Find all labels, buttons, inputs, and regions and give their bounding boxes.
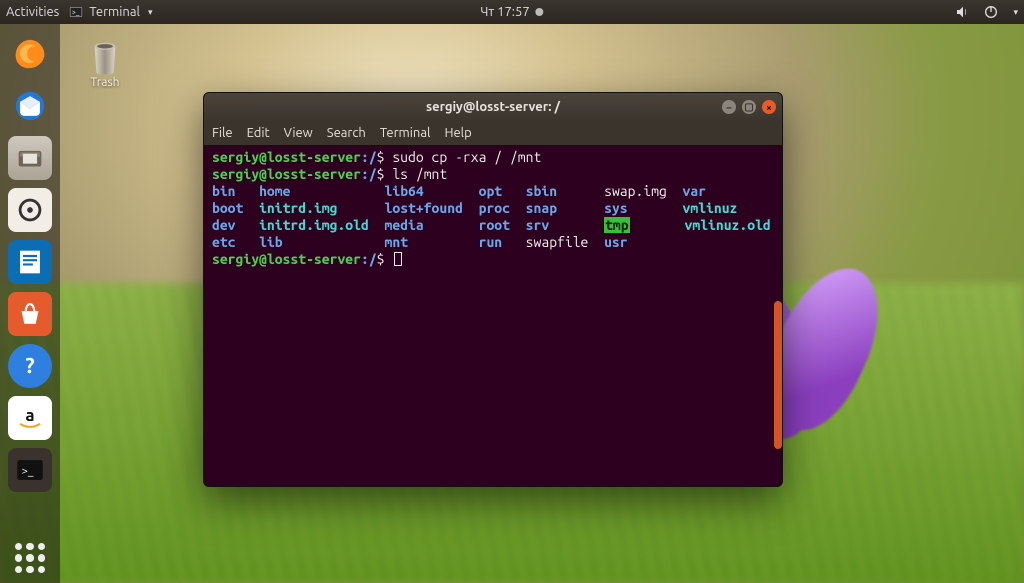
ls-entry: sbin (526, 183, 557, 199)
ls-entry: srv (526, 217, 550, 233)
ls-entry: dev (212, 217, 236, 233)
ls-entry: initrd.img (259, 200, 337, 216)
ls-entry: home (259, 183, 290, 199)
help-icon: ? (13, 349, 47, 383)
window-minimize-button[interactable]: – (722, 100, 736, 114)
terminal-icon: >_ (13, 453, 47, 487)
ls-entry: usr (604, 234, 628, 250)
cursor-icon (394, 252, 402, 266)
dock-amazon[interactable]: a (8, 396, 52, 440)
ls-entry: swapfile (526, 234, 589, 250)
firefox-icon (13, 37, 47, 71)
ls-entry: lib (259, 234, 283, 250)
ls-entry: bin (212, 183, 236, 199)
ls-entry: mnt (385, 234, 409, 250)
prompt-path: / (369, 166, 377, 182)
ls-entry: run (479, 234, 503, 250)
top-bar: Activities >_ Terminal ▾ Чт 17:57 ▾ (0, 0, 1024, 24)
prompt-user: sergiy@losst-server (212, 166, 361, 182)
svg-text:a: a (25, 406, 34, 425)
menu-file[interactable]: File (212, 126, 233, 140)
prompt-user: sergiy@losst-server (212, 251, 361, 267)
dock-rhythmbox[interactable] (8, 188, 52, 232)
ls-entry: root (479, 217, 510, 233)
svg-text:?: ? (25, 354, 34, 378)
prompt-path: / (369, 251, 377, 267)
ls-entry: var (683, 183, 707, 199)
ls-entry: proc (479, 200, 510, 216)
ls-entry: opt (479, 183, 503, 199)
rhythmbox-icon (13, 193, 47, 227)
ls-entry: snap (526, 200, 557, 216)
menu-search[interactable]: Search (327, 126, 366, 140)
window-titlebar[interactable]: sergiy@losst-server: / – ▢ × (204, 93, 782, 121)
prompt-user: sergiy@losst-server (212, 149, 361, 165)
svg-text:>_: >_ (22, 464, 34, 477)
ls-entry: lib64 (385, 183, 424, 199)
ls-entry: vmlinuz (683, 200, 738, 216)
terminal-menubar: File Edit View Search Terminal Help (204, 121, 782, 145)
svg-text:>_: >_ (72, 8, 80, 16)
activities-button[interactable]: Activities (6, 5, 59, 19)
active-app-label: Terminal (89, 5, 140, 19)
prompt-colon: : (361, 149, 369, 165)
notification-dot-icon (536, 8, 544, 16)
chevron-down-icon[interactable]: ▾ (1013, 7, 1018, 18)
dock-thunderbird[interactable] (8, 84, 52, 128)
launcher-dock: ? a >_ (0, 24, 60, 583)
thunderbird-icon (13, 89, 47, 123)
desktop-trash[interactable]: Trash (75, 34, 135, 89)
apps-grid-icon (15, 543, 45, 573)
ls-entry: media (385, 217, 424, 233)
menu-help[interactable]: Help (444, 126, 471, 140)
window-title: sergiy@losst-server: / (426, 100, 560, 114)
prompt-dollar: $ (377, 149, 385, 165)
ls-entry: initrd.img.old (259, 217, 369, 233)
ls-entry: sys (604, 200, 628, 216)
dock-software[interactable] (8, 292, 52, 336)
terminal-window: sergiy@losst-server: / – ▢ × File Edit V… (203, 92, 783, 487)
terminal-icon: >_ (69, 5, 83, 19)
ls-entry: vmlinuz.old (685, 217, 771, 233)
menu-terminal[interactable]: Terminal (380, 126, 431, 140)
window-close-button[interactable]: × (762, 100, 776, 114)
terminal-scrollbar[interactable] (774, 301, 782, 449)
dock-files[interactable] (8, 136, 52, 180)
volume-icon[interactable] (955, 4, 971, 20)
files-icon (13, 141, 47, 175)
prompt-path: / (369, 149, 377, 165)
terminal-output[interactable]: sergiy@losst-server:/$ sudo cp -rxa / /m… (204, 145, 782, 486)
ls-entry: swap.img (604, 183, 667, 199)
power-icon[interactable] (983, 4, 999, 20)
dock-firefox[interactable] (8, 32, 52, 76)
trash-label: Trash (90, 76, 119, 89)
prompt-dollar: $ (377, 251, 385, 267)
dock-writer[interactable] (8, 240, 52, 284)
chevron-down-icon: ▾ (148, 7, 153, 18)
ls-entry: boot (212, 200, 243, 216)
clock[interactable]: Чт 17:57 (480, 5, 529, 19)
active-app-menu[interactable]: >_ Terminal ▾ (69, 5, 152, 19)
window-maximize-button[interactable]: ▢ (742, 100, 756, 114)
menu-edit[interactable]: Edit (247, 126, 270, 140)
dock-terminal[interactable]: >_ (8, 448, 52, 492)
show-applications-button[interactable] (0, 543, 60, 573)
ls-entry: etc (212, 234, 236, 250)
dock-help[interactable]: ? (8, 344, 52, 388)
trash-icon (84, 34, 126, 76)
software-icon (13, 297, 47, 331)
prompt-dollar: $ (377, 166, 385, 182)
prompt-colon: : (361, 166, 369, 182)
command-2: ls /mnt (392, 166, 447, 182)
ls-entry: lost+found (385, 200, 463, 216)
amazon-icon: a (13, 401, 47, 435)
prompt-colon: : (361, 251, 369, 267)
ls-entry: tmp (604, 217, 630, 233)
writer-icon (13, 245, 47, 279)
command-1: sudo cp -rxa / /mnt (392, 149, 541, 165)
menu-view[interactable]: View (284, 126, 313, 140)
